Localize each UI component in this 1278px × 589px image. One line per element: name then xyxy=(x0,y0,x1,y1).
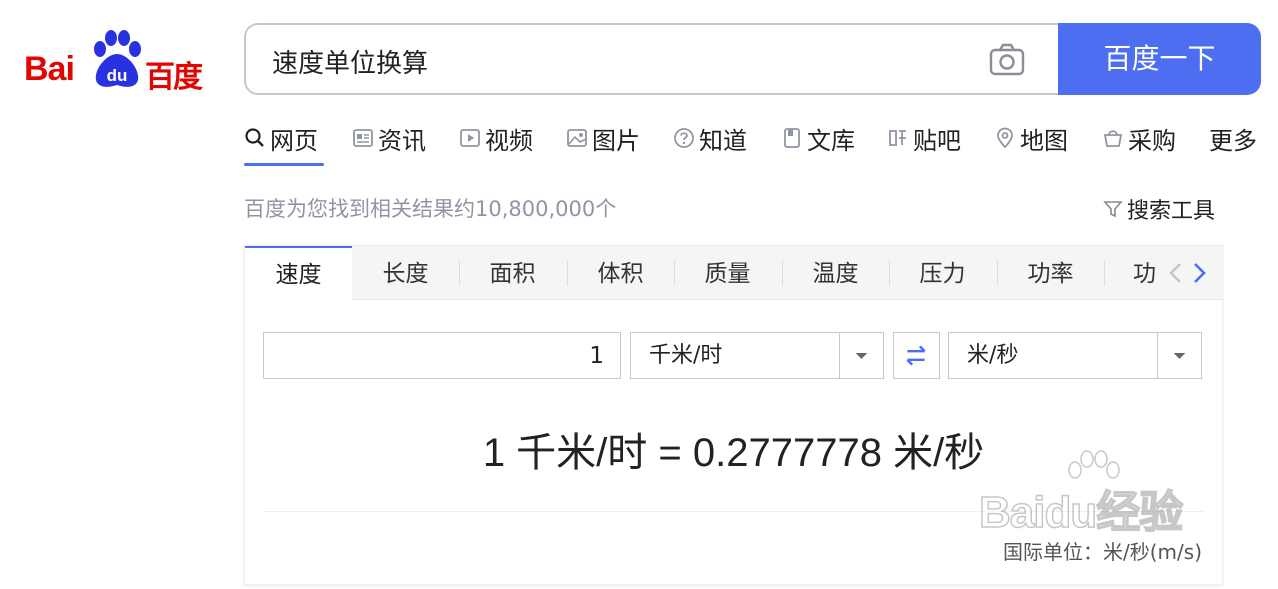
tab-volume[interactable]: 体积 xyxy=(567,246,674,300)
tab-area[interactable]: 面积 xyxy=(459,246,566,300)
search-icon xyxy=(245,128,264,147)
baidu-logo[interactable]: Bai du 百度 xyxy=(24,30,212,95)
doc-icon xyxy=(784,128,800,148)
logo-text-cn: 百度 xyxy=(145,60,203,95)
news-icon xyxy=(353,129,373,147)
to-unit-select[interactable]: 米/秒 xyxy=(948,332,1202,379)
search-tools-label: 搜索工具 xyxy=(1127,199,1216,224)
tab-temperature[interactable]: 温度 xyxy=(782,246,889,300)
search-nav: 网页 资讯 视频 图片 知道 文库 贴吧 地图 采购 更多 xyxy=(244,118,1278,168)
from-unit-select[interactable]: 千米/时 xyxy=(630,332,884,379)
search-box xyxy=(244,23,1060,95)
image-icon xyxy=(567,129,587,147)
nav-label: 更多 xyxy=(1209,126,1257,155)
nav-label: 贴吧 xyxy=(913,126,961,155)
si-unit-note: 国际单位：米/秒(m/s) xyxy=(1003,540,1202,564)
result-count: 百度为您找到相关结果约10,800,000个 xyxy=(244,197,617,221)
value-input[interactable] xyxy=(263,332,621,379)
watermark-text: Baidu经验 xyxy=(978,487,1184,538)
shop-icon xyxy=(1103,130,1123,147)
tab-speed[interactable]: 速度 xyxy=(245,246,352,301)
nav-item-more[interactable]: 更多 xyxy=(1209,118,1257,158)
baidu-jingyan-watermark: Baidu经验 xyxy=(975,450,1215,538)
nav-item-zhidao[interactable]: 知道 xyxy=(673,118,747,158)
search-button[interactable]: 百度一下 xyxy=(1058,23,1261,95)
to-unit-value: 米/秒 xyxy=(967,343,1019,368)
nav-item-tieba[interactable]: 贴吧 xyxy=(887,118,961,158)
paw-icon: du xyxy=(94,30,141,87)
map-icon xyxy=(997,127,1013,149)
nav-item-wenku[interactable]: 文库 xyxy=(781,118,855,158)
nav-item-image[interactable]: 图片 xyxy=(566,118,640,158)
nav-item-purchase[interactable]: 采购 xyxy=(1102,118,1176,158)
tab-power[interactable]: 功率 xyxy=(997,246,1104,300)
nav-label: 知道 xyxy=(699,126,747,155)
search-input[interactable] xyxy=(272,43,972,79)
logo-text-bai: Bai xyxy=(24,50,75,88)
nav-active-underline xyxy=(244,163,324,166)
tab-pressure[interactable]: 压力 xyxy=(889,246,996,300)
nav-label: 视频 xyxy=(485,126,533,155)
camera-icon[interactable] xyxy=(988,43,1026,77)
logo-text-du: du xyxy=(107,66,128,85)
video-icon xyxy=(460,129,480,147)
nav-label: 文库 xyxy=(807,126,855,155)
nav-label: 图片 xyxy=(592,126,640,155)
chevron-right-icon[interactable] xyxy=(1188,260,1210,286)
chevron-left-icon[interactable] xyxy=(1165,260,1187,286)
nav-label: 采购 xyxy=(1128,126,1176,155)
nav-label: 网页 xyxy=(270,126,318,155)
converter-tabs: 速度 长度 面积 体积 质量 温度 压力 功率 功 xyxy=(245,246,1222,301)
nav-item-news[interactable]: 资讯 xyxy=(352,118,426,158)
swap-icon xyxy=(906,345,926,366)
swap-units-button[interactable] xyxy=(893,332,940,379)
nav-label: 资讯 xyxy=(378,126,426,155)
nav-item-web[interactable]: 网页 xyxy=(244,118,318,158)
filter-icon xyxy=(1103,201,1123,218)
caret-down-icon xyxy=(1157,333,1186,378)
nav-item-video[interactable]: 视频 xyxy=(459,118,533,158)
search-tools-button[interactable]: 搜索工具 xyxy=(1103,193,1215,225)
tab-work[interactable]: 功 xyxy=(1105,246,1155,300)
from-unit-value: 千米/时 xyxy=(649,343,723,368)
tieba-icon xyxy=(889,130,906,146)
question-icon xyxy=(674,128,694,148)
nav-label: 地图 xyxy=(1020,126,1068,155)
tab-length[interactable]: 长度 xyxy=(352,246,459,300)
nav-item-map[interactable]: 地图 xyxy=(994,118,1068,158)
tab-mass[interactable]: 质量 xyxy=(674,246,781,300)
caret-down-icon xyxy=(839,333,868,378)
